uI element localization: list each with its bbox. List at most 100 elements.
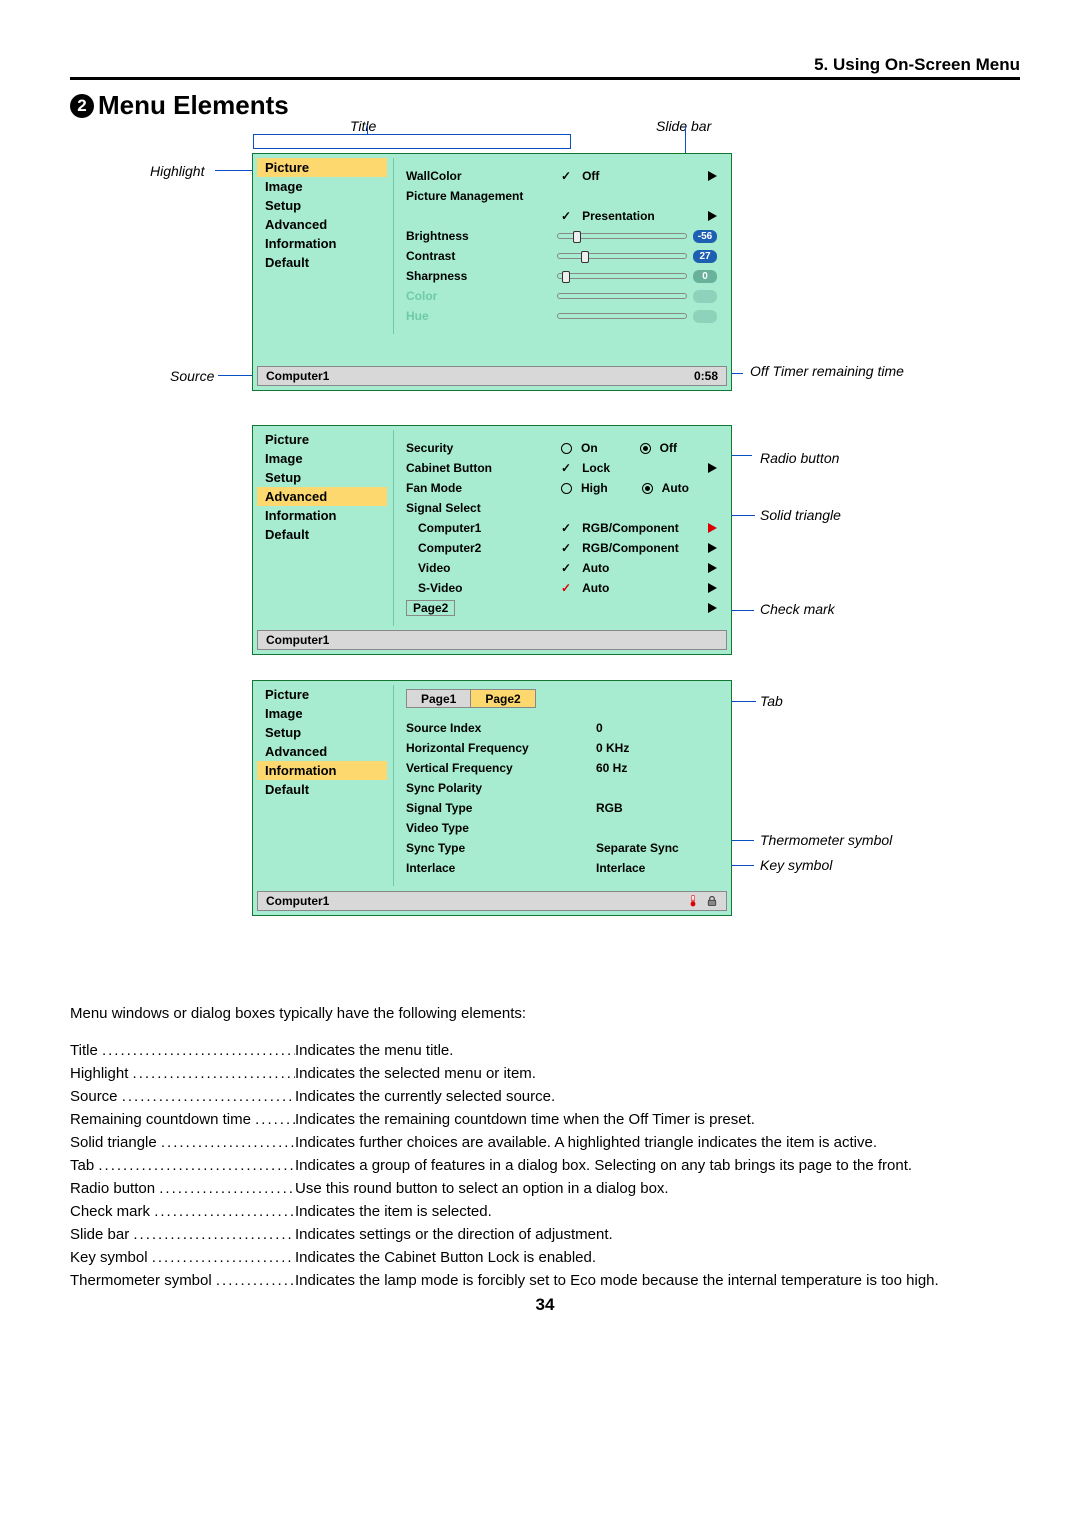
row-comp2[interactable]: Computer2 RGB/Component [406, 538, 717, 558]
slider-contrast[interactable] [557, 253, 687, 259]
dot-leader: ........................................… [152, 1249, 295, 1266]
definition-term: Title [70, 1042, 102, 1059]
row-wallcolor[interactable]: WallColor Off [406, 166, 717, 186]
callout-source: Source [170, 368, 214, 384]
label: Signal Type [406, 801, 596, 815]
value-comp2: RGB/Component [582, 541, 679, 555]
menu-item-advanced[interactable]: Advanced [257, 215, 387, 234]
intro-text: Menu windows or dialog boxes typically h… [70, 1005, 1020, 1022]
row-sigsel: Signal Select [406, 498, 717, 518]
label: Video Type [406, 821, 596, 835]
row-cabinet[interactable]: Cabinet Button Lock [406, 458, 717, 478]
radio-off[interactable] [640, 443, 651, 454]
slider-hue [557, 313, 687, 319]
row-contrast[interactable]: Contrast 27 [406, 246, 717, 266]
value-brightness: -56 [693, 230, 717, 243]
label-auto: Auto [662, 481, 689, 495]
settings-pane: Page1 Page2 Source Index0 Horizontal Fre… [393, 685, 727, 886]
radio-high[interactable] [561, 483, 572, 494]
menu-item-default[interactable]: Default [257, 253, 387, 272]
menu-item-information[interactable]: Information [257, 234, 387, 253]
dot-leader: ........................................… [161, 1134, 295, 1151]
callout-tab: Tab [760, 693, 783, 709]
menu-item-picture[interactable]: Picture [257, 158, 387, 177]
row-security[interactable]: Security On Off [406, 438, 717, 458]
label: Sync Polarity [406, 781, 596, 795]
value: 0 KHz [596, 741, 629, 755]
definition-text: Indicates the remaining countdown time w… [295, 1111, 755, 1128]
row-color: Color [406, 286, 717, 306]
callout-offtimer: Off Timer remaining time [750, 363, 920, 379]
row-video[interactable]: Video Auto [406, 558, 717, 578]
callout-title: Title [350, 118, 376, 134]
label-wallcolor: WallColor [406, 169, 561, 183]
status-source: Computer1 [266, 894, 329, 908]
menu-item-setup[interactable]: Setup [257, 723, 387, 742]
definition-text: Indicates further choices are available.… [295, 1134, 877, 1151]
row-svideo[interactable]: S-Video Auto [406, 578, 717, 598]
slider-brightness[interactable] [557, 233, 687, 239]
value: 60 Hz [596, 761, 627, 775]
value-sharpness: 0 [693, 270, 717, 283]
status-source: Computer1 [266, 369, 329, 383]
menu-item-default[interactable]: Default [257, 780, 387, 799]
label-page2: Page2 [406, 600, 455, 616]
label-off: Off [660, 441, 677, 455]
row-brightness[interactable]: Brightness -56 [406, 226, 717, 246]
label: Interlace [406, 861, 596, 875]
row-sharpness[interactable]: Sharpness 0 [406, 266, 717, 286]
label-security: Security [406, 441, 561, 455]
definition-term: Highlight [70, 1065, 133, 1082]
value: RGB [596, 801, 623, 815]
callout-highlight: Highlight [150, 163, 204, 179]
settings-pane: Security On Off Cabinet Button Lock Fan … [393, 430, 727, 626]
definition-term: Thermometer symbol [70, 1272, 216, 1289]
menu-item-picture[interactable]: Picture [257, 430, 387, 449]
menu-item-setup[interactable]: Setup [257, 468, 387, 487]
menu-item-image[interactable]: Image [257, 449, 387, 468]
menu-item-image[interactable]: Image [257, 704, 387, 723]
dot-leader: ........................................… [102, 1042, 295, 1059]
triangle-icon [708, 171, 717, 181]
value-svideo: Auto [582, 581, 609, 595]
menu-item-information[interactable]: Information [257, 761, 387, 780]
row-vidtype: Video Type [406, 818, 717, 838]
definition-row: Thermometer symbol .....................… [70, 1272, 1020, 1289]
radio-auto[interactable] [642, 483, 653, 494]
menu-item-information[interactable]: Information [257, 506, 387, 525]
menu-item-image[interactable]: Image [257, 177, 387, 196]
callout-key: Key symbol [760, 857, 832, 873]
label-hue: Hue [406, 309, 557, 323]
check-icon [561, 169, 576, 183]
menu-item-picture[interactable]: Picture [257, 685, 387, 704]
label-video: Video [406, 561, 561, 575]
row-picman[interactable]: Picture Management [406, 186, 717, 206]
menu-item-advanced[interactable]: Advanced [257, 742, 387, 761]
menu-item-setup[interactable]: Setup [257, 196, 387, 215]
row-page2[interactable]: Page2 [406, 598, 717, 618]
menu-item-default[interactable]: Default [257, 525, 387, 544]
row-comp1[interactable]: Computer1 RGB/Component [406, 518, 717, 538]
definition-row: Tab ....................................… [70, 1157, 1020, 1174]
radio-on[interactable] [561, 443, 572, 454]
callout-check: Check mark [760, 601, 835, 617]
definition-term: Key symbol [70, 1249, 152, 1266]
definition-row: Highlight ..............................… [70, 1065, 1020, 1082]
label-brightness: Brightness [406, 229, 557, 243]
value-cabinet: Lock [582, 461, 610, 475]
callout-box-title [253, 134, 571, 149]
tab-page1[interactable]: Page1 [406, 689, 471, 708]
status-bar: Computer1 [257, 630, 727, 650]
tab-page2[interactable]: Page2 [470, 689, 535, 708]
row-interlace: InterlaceInterlace [406, 858, 717, 878]
row-hue: Hue [406, 306, 717, 326]
label-comp2: Computer2 [406, 541, 561, 555]
definition-term: Check mark [70, 1203, 154, 1220]
definition-term: Tab [70, 1157, 98, 1174]
definition-text: Indicates the item is selected. [295, 1203, 492, 1220]
menu-item-advanced[interactable]: Advanced [257, 487, 387, 506]
row-picman-val[interactable]: Presentation [406, 206, 717, 226]
definition-row: Remaining countdown time ...............… [70, 1111, 1020, 1128]
row-fan[interactable]: Fan Mode High Auto [406, 478, 717, 498]
slider-sharpness[interactable] [557, 273, 687, 279]
